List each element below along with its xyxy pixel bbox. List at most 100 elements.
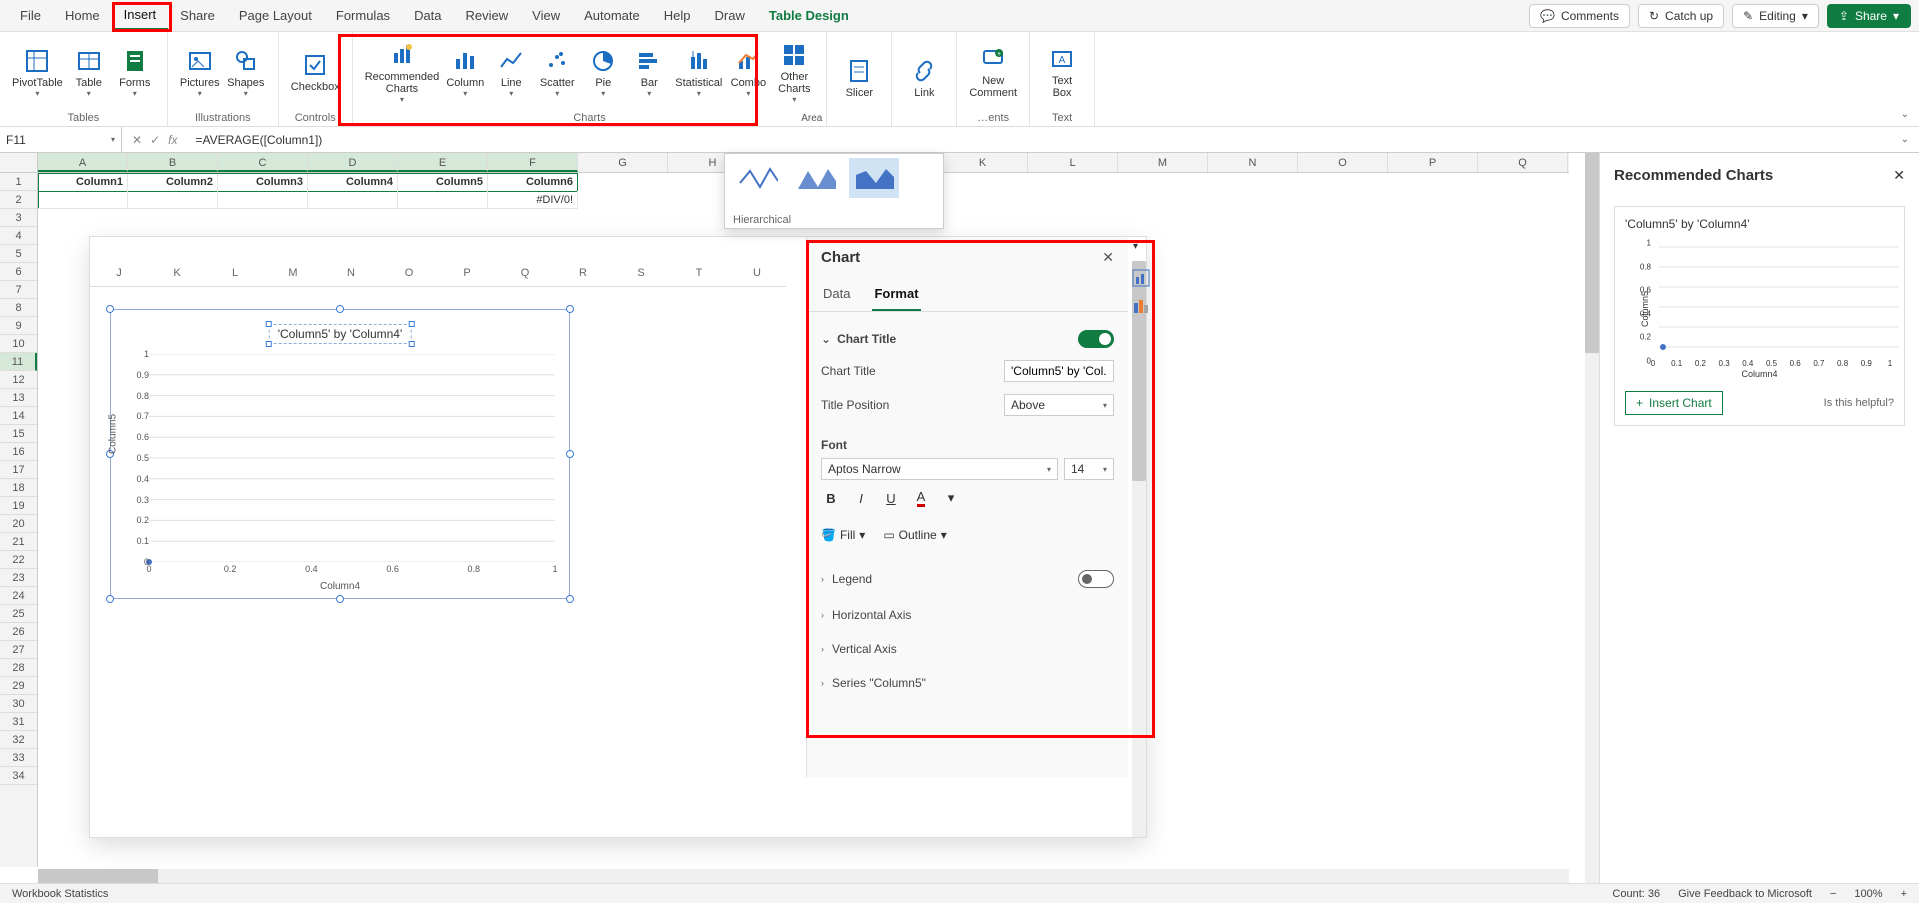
cancel-icon[interactable]: ✕ bbox=[132, 133, 142, 147]
menu-home[interactable]: Home bbox=[53, 2, 112, 29]
recommended-chart-card[interactable]: 'Column5' by 'Column4' Column5 Column4 0… bbox=[1614, 206, 1905, 426]
overlay-col-Q[interactable]: Q bbox=[496, 267, 554, 287]
resize-handle[interactable] bbox=[566, 305, 574, 313]
ribbon-combo[interactable]: Combo▾ bbox=[726, 45, 770, 102]
table-header-cell[interactable]: Column1 bbox=[38, 173, 128, 192]
col-header-G[interactable]: G bbox=[578, 153, 668, 172]
row-header-33[interactable]: 33 bbox=[0, 749, 37, 767]
ribbon-table[interactable]: Table▾ bbox=[67, 45, 111, 102]
row-header-4[interactable]: 4 bbox=[0, 227, 37, 245]
ribbon-collapse-button[interactable]: ⌄ bbox=[1901, 109, 1909, 120]
row-header-7[interactable]: 7 bbox=[0, 281, 37, 299]
workbook-statistics[interactable]: Workbook Statistics bbox=[12, 888, 108, 900]
menu-view[interactable]: View bbox=[520, 2, 572, 29]
zoom-out-button[interactable]: − bbox=[1830, 888, 1836, 900]
chart-elements-icon[interactable] bbox=[1132, 269, 1150, 287]
row-header-2[interactable]: 2 bbox=[0, 191, 37, 209]
menu-share[interactable]: Share bbox=[168, 2, 227, 29]
table-header-cell[interactable]: Column6 bbox=[488, 173, 578, 192]
col-header-F[interactable]: F bbox=[488, 153, 578, 172]
col-header-M[interactable]: M bbox=[1118, 153, 1208, 172]
underline-button[interactable]: U bbox=[881, 488, 901, 508]
ribbon-slicer[interactable]: Slicer bbox=[837, 55, 881, 103]
overlay-col-R[interactable]: R bbox=[554, 267, 612, 287]
resize-handle[interactable] bbox=[336, 595, 344, 603]
col-header-O[interactable]: O bbox=[1298, 153, 1388, 172]
row-header-31[interactable]: 31 bbox=[0, 713, 37, 731]
col-header-P[interactable]: P bbox=[1388, 153, 1478, 172]
menu-data[interactable]: Data bbox=[402, 2, 453, 29]
font-color-button[interactable]: A bbox=[911, 488, 931, 508]
overlay-close-tab[interactable]: ▾ bbox=[1127, 237, 1144, 256]
col-header-B[interactable]: B bbox=[128, 153, 218, 172]
overlay-col-U[interactable]: U bbox=[728, 267, 786, 287]
menu-automate[interactable]: Automate bbox=[572, 2, 652, 29]
menu-help[interactable]: Help bbox=[652, 2, 703, 29]
chevron-down-icon[interactable]: ⌄ bbox=[821, 332, 831, 346]
ribbon-forms[interactable]: Forms▾ bbox=[113, 45, 157, 102]
zoom-level[interactable]: 100% bbox=[1854, 888, 1882, 900]
chart-title-toggle[interactable] bbox=[1078, 330, 1114, 348]
close-icon[interactable]: ✕ bbox=[1102, 249, 1114, 266]
editing-button[interactable]: ✎ Editing ▾ bbox=[1732, 4, 1819, 28]
area-chart-option-2[interactable] bbox=[791, 158, 841, 198]
section-legend[interactable]: › Legend bbox=[807, 560, 1128, 598]
overlay-col-N[interactable]: N bbox=[322, 267, 380, 287]
check-icon[interactable]: ✓ bbox=[150, 133, 160, 147]
row-header-15[interactable]: 15 bbox=[0, 425, 37, 443]
overlay-col-O[interactable]: O bbox=[380, 267, 438, 287]
legend-toggle[interactable] bbox=[1078, 570, 1114, 588]
name-box[interactable]: F11 ▾ bbox=[0, 127, 122, 152]
menu-formulas[interactable]: Formulas bbox=[324, 2, 402, 29]
comments-button[interactable]: 💬 Comments bbox=[1529, 4, 1630, 28]
cell[interactable] bbox=[128, 191, 218, 209]
share-button[interactable]: ⇪ Share ▾ bbox=[1827, 4, 1911, 28]
fill-button[interactable]: 🪣 Fill ▾ bbox=[821, 528, 865, 542]
formula-input[interactable]: =AVERAGE([Column1]) bbox=[187, 133, 1890, 147]
col-header-Q[interactable]: Q bbox=[1478, 153, 1568, 172]
font-family-select[interactable]: Aptos Narrow ▾ bbox=[821, 458, 1058, 480]
cell[interactable] bbox=[308, 191, 398, 209]
fx-icon[interactable]: fx bbox=[168, 133, 177, 147]
row-header-6[interactable]: 6 bbox=[0, 263, 37, 281]
section-chart-title[interactable]: Chart Title bbox=[837, 332, 1078, 346]
menu-file[interactable]: File bbox=[8, 2, 53, 29]
ribbon-link[interactable]: Link bbox=[902, 55, 946, 103]
ribbon-bar[interactable]: Bar▾ bbox=[627, 45, 671, 102]
row-header-34[interactable]: 34 bbox=[0, 767, 37, 785]
italic-button[interactable]: I bbox=[851, 488, 871, 508]
resize-handle[interactable] bbox=[566, 595, 574, 603]
insert-chart-button[interactable]: + Insert Chart bbox=[1625, 391, 1723, 415]
chart-title-input[interactable] bbox=[1004, 360, 1114, 382]
chart-styles-icon[interactable] bbox=[1132, 297, 1150, 315]
section-series[interactable]: › Series "Column5" bbox=[807, 666, 1128, 700]
row-header-22[interactable]: 22 bbox=[0, 551, 37, 569]
menu-table-design[interactable]: Table Design bbox=[757, 2, 861, 29]
ribbon-text-box[interactable]: ATextBox bbox=[1040, 43, 1084, 103]
zoom-in-button[interactable]: + bbox=[1901, 888, 1907, 900]
bold-button[interactable]: B bbox=[821, 488, 841, 508]
row-header-19[interactable]: 19 bbox=[0, 497, 37, 515]
table-header-cell[interactable]: Column3 bbox=[218, 173, 308, 192]
row-header-1[interactable]: 1 bbox=[0, 173, 37, 191]
row-header-27[interactable]: 27 bbox=[0, 641, 37, 659]
ribbon-scatter[interactable]: Scatter▾ bbox=[535, 45, 579, 102]
cell[interactable] bbox=[398, 191, 488, 209]
row-header-25[interactable]: 25 bbox=[0, 605, 37, 623]
row-header-3[interactable]: 3 bbox=[0, 209, 37, 227]
resize-handle[interactable] bbox=[106, 305, 114, 313]
row-header-20[interactable]: 20 bbox=[0, 515, 37, 533]
row-header-8[interactable]: 8 bbox=[0, 299, 37, 317]
ribbon-column[interactable]: Column▾ bbox=[443, 45, 487, 102]
ribbon-new-comment[interactable]: +NewComment bbox=[967, 43, 1019, 103]
ribbon-pictures[interactable]: Pictures▾ bbox=[178, 45, 222, 102]
row-header-23[interactable]: 23 bbox=[0, 569, 37, 587]
row-header-16[interactable]: 16 bbox=[0, 443, 37, 461]
title-position-select[interactable]: Above ▾ bbox=[1004, 394, 1114, 416]
font-size-select[interactable]: 14 ▾ bbox=[1064, 458, 1114, 480]
row-header-28[interactable]: 28 bbox=[0, 659, 37, 677]
horizontal-scrollbar[interactable] bbox=[38, 869, 1569, 883]
ribbon-recommended-charts[interactable]: RecommendedCharts▾ bbox=[363, 39, 442, 108]
col-header-D[interactable]: D bbox=[308, 153, 398, 172]
feedback-link[interactable]: Give Feedback to Microsoft bbox=[1678, 888, 1812, 900]
